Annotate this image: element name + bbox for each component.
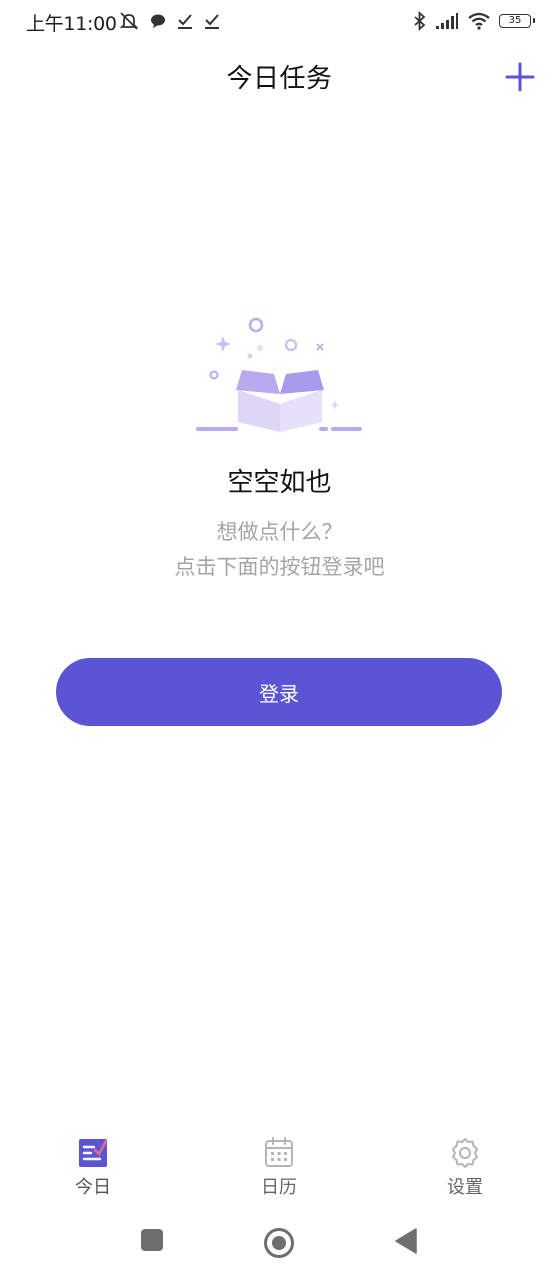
system-navigation-bar (0, 1214, 559, 1274)
alarm-off-icon (119, 12, 139, 30)
notification-icons (118, 10, 221, 32)
back-button[interactable] (394, 1228, 418, 1254)
home-button[interactable] (263, 1227, 295, 1259)
status-time: 上午11:00 (26, 13, 117, 35)
gear-icon (452, 1138, 478, 1168)
bluetooth-icon (414, 11, 426, 31)
recent-apps-button[interactable] (140, 1228, 164, 1252)
page-title: 今日任务 (226, 64, 333, 94)
status-bar: 上午11:00 35 (0, 0, 559, 42)
check-icon (178, 14, 192, 29)
chat-bubble-icon (151, 14, 165, 28)
signal-icon (436, 13, 458, 29)
plus-icon[interactable] (503, 60, 537, 94)
battery-icon: 35 (499, 14, 535, 28)
login-button[interactable]: 登录 (56, 658, 502, 726)
calendar-icon (265, 1137, 293, 1167)
empty-state-hint: 想做点什么？ (216, 520, 343, 544)
tab-label: 设置 (447, 1177, 483, 1198)
tab-today[interactable]: 今日 (33, 1128, 153, 1199)
tab-label: 日历 (261, 1177, 297, 1198)
wifi-icon (468, 12, 490, 30)
empty-state-instruction: 点击下面的按钮登录吧 (174, 555, 385, 579)
task-list-icon (79, 1139, 108, 1167)
empty-state-title: 空空如也 (227, 468, 332, 498)
app-screen: 上午11:00 35 今日任务 空空如也 想做点什么？ 点击下面的按钮登录吧 登… (0, 0, 559, 1280)
check-icon (205, 14, 219, 29)
tab-settings[interactable]: 设置 (405, 1128, 525, 1199)
tab-calendar[interactable]: 日历 (219, 1128, 339, 1199)
open-box-illustration (196, 317, 362, 432)
tab-label: 今日 (75, 1177, 111, 1198)
system-icons: 35 (413, 10, 535, 32)
bottom-tab-bar: 今日 日历 设置 (0, 1128, 559, 1208)
